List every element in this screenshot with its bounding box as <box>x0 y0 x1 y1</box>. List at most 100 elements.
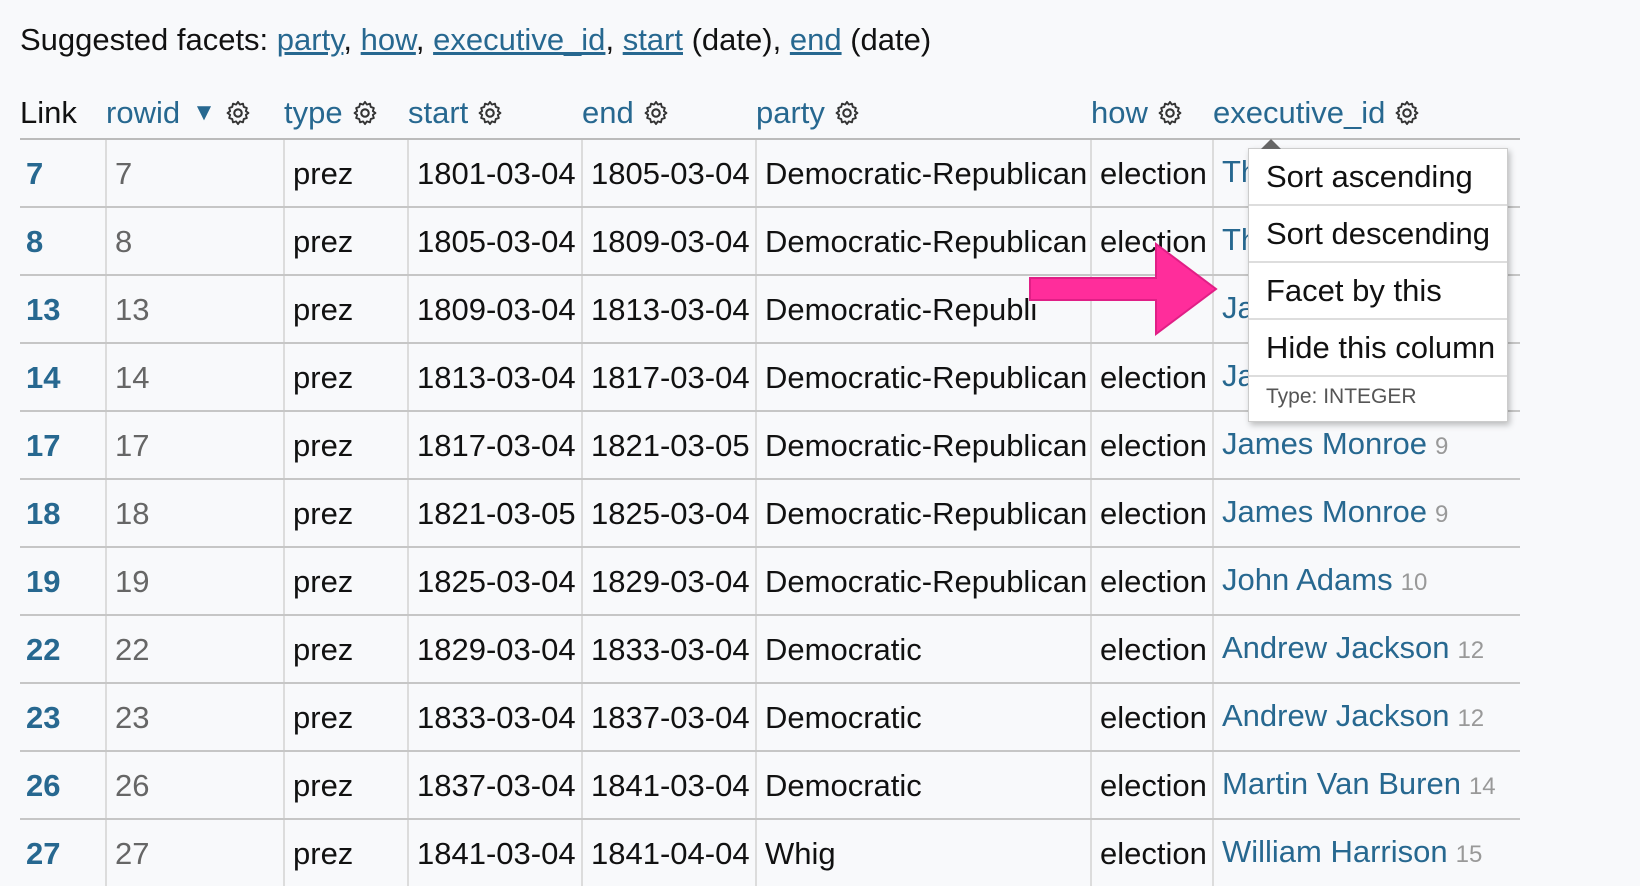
column-header-label[interactable]: how <box>1091 95 1148 130</box>
column-header-start[interactable]: start <box>408 88 582 140</box>
cell-type: prez <box>283 139 408 208</box>
cell-type: prez <box>283 683 408 752</box>
gear-icon[interactable] <box>1393 99 1421 127</box>
row-link[interactable]: 27 <box>26 836 60 871</box>
column-header-label[interactable]: type <box>284 95 343 130</box>
column-header-type[interactable]: type <box>284 88 408 140</box>
cell-party: Democratic-Republican <box>755 479 1091 548</box>
cell-type: prez <box>283 819 408 886</box>
arrow-right-icon <box>1029 242 1218 336</box>
row-link[interactable]: 19 <box>26 564 60 599</box>
executive-id-value: 9 <box>1435 433 1449 460</box>
cell-executive-id: Andrew Jackson 12 <box>1212 683 1520 752</box>
facet-link-start[interactable]: start <box>623 22 683 57</box>
column-header-label[interactable]: end <box>582 95 634 130</box>
menu-item-hide-column[interactable]: Hide this column <box>1249 320 1507 377</box>
executive-link[interactable]: James Monroe <box>1222 426 1427 461</box>
cell-start: 1805-03-04 <box>407 207 582 276</box>
executive-link[interactable]: James Monroe <box>1222 494 1427 529</box>
row-link[interactable]: 23 <box>26 700 60 735</box>
cell-start: 1825-03-04 <box>407 547 582 616</box>
cell-rowid: 22 <box>105 615 284 684</box>
column-header-end[interactable]: end <box>582 88 756 140</box>
cell-party: Democratic-Republican <box>755 411 1091 480</box>
row-link[interactable]: 13 <box>26 292 60 327</box>
column-header-label[interactable]: executive_id <box>1213 95 1385 130</box>
cell-how: election <box>1090 683 1213 752</box>
cell-end: 1837-03-04 <box>581 683 756 752</box>
row-link[interactable]: 7 <box>26 156 43 191</box>
cell-how: election <box>1090 343 1213 412</box>
sort-descending-indicator-icon: ▼ <box>192 99 216 126</box>
cell-link: 23 <box>20 683 106 752</box>
column-header-party[interactable]: party <box>756 88 1091 140</box>
cell-how: election <box>1090 479 1213 548</box>
column-header-executive-id[interactable]: executive_id <box>1213 88 1520 140</box>
row-link[interactable]: 8 <box>26 224 43 259</box>
cell-type: prez <box>283 275 408 344</box>
row-link[interactable]: 14 <box>26 360 60 395</box>
executive-link[interactable]: John Adams <box>1222 562 1393 597</box>
table-row: 27 27 prez 1841-03-04 1841-04-04 Whig election… <box>20 819 1520 886</box>
cell-type: prez <box>283 411 408 480</box>
cell-start: 1809-03-04 <box>407 275 582 344</box>
column-header-label[interactable]: party <box>756 95 825 130</box>
cell-end: 1825-03-04 <box>581 479 756 548</box>
cell-link: 19 <box>20 547 106 616</box>
column-header-rowid[interactable]: rowid ▼ <box>106 88 284 140</box>
executive-link[interactable]: William Harrison <box>1222 834 1448 869</box>
column-header-label: Link <box>20 95 77 130</box>
suggested-facets: Suggested facets: party, how, executive_… <box>20 20 931 60</box>
column-type-label: Type: INTEGER <box>1266 385 1417 408</box>
menu-caret <box>1261 139 1281 149</box>
cell-party: Democratic <box>755 751 1091 820</box>
gear-icon[interactable] <box>642 99 670 127</box>
column-header-how[interactable]: how <box>1091 88 1213 140</box>
executive-link[interactable]: Andrew Jackson <box>1222 630 1449 665</box>
column-header-label[interactable]: start <box>408 95 468 130</box>
cell-end: 1841-03-04 <box>581 751 756 820</box>
facet-link-how[interactable]: how <box>361 22 416 57</box>
facet-separator: , <box>343 22 353 57</box>
cell-end: 1809-03-04 <box>581 207 756 276</box>
menu-item-sort-descending[interactable]: Sort descending <box>1249 206 1507 263</box>
cell-rowid: 8 <box>105 207 284 276</box>
executive-link[interactable]: Martin Van Buren <box>1222 766 1461 801</box>
facet-link-party[interactable]: party <box>277 22 344 57</box>
executive-link[interactable]: Andrew Jackson <box>1222 698 1449 733</box>
facet-type-hint: (date) <box>682 22 773 57</box>
cell-executive-id: Martin Van Buren 14 <box>1212 751 1520 820</box>
row-link[interactable]: 26 <box>26 768 60 803</box>
row-link[interactable]: 17 <box>26 428 60 463</box>
cell-link: 26 <box>20 751 106 820</box>
facet-separator: , <box>605 22 615 57</box>
cell-how: election <box>1090 411 1213 480</box>
row-link[interactable]: 22 <box>26 632 60 667</box>
menu-item-facet-by-this[interactable]: Facet by this <box>1249 263 1507 320</box>
cell-start: 1837-03-04 <box>407 751 582 820</box>
gear-icon[interactable] <box>351 99 379 127</box>
cell-end: 1805-03-04 <box>581 139 756 208</box>
row-link[interactable]: 18 <box>26 496 60 531</box>
gear-icon[interactable] <box>224 99 252 127</box>
gear-icon[interactable] <box>833 99 861 127</box>
cell-executive-id: William Harrison 15 <box>1212 819 1520 886</box>
cell-rowid: 7 <box>105 139 284 208</box>
cell-start: 1813-03-04 <box>407 343 582 412</box>
gear-icon[interactable] <box>1156 99 1184 127</box>
column-header-label[interactable]: rowid <box>106 95 180 130</box>
facet-link-end[interactable]: end <box>790 22 842 57</box>
cell-how: election <box>1090 751 1213 820</box>
cell-rowid: 18 <box>105 479 284 548</box>
menu-item-sort-ascending[interactable]: Sort ascending <box>1249 149 1507 206</box>
gear-icon[interactable] <box>476 99 504 127</box>
cell-type: prez <box>283 547 408 616</box>
cell-link: 8 <box>20 207 106 276</box>
cell-executive-id: John Adams 10 <box>1212 547 1520 616</box>
cell-start: 1801-03-04 <box>407 139 582 208</box>
cell-link: 22 <box>20 615 106 684</box>
cell-party: Democratic-Republican <box>755 139 1091 208</box>
facet-link-executive-id[interactable]: executive_id <box>433 22 605 57</box>
cell-how: election <box>1090 547 1213 616</box>
cell-link: 13 <box>20 275 106 344</box>
